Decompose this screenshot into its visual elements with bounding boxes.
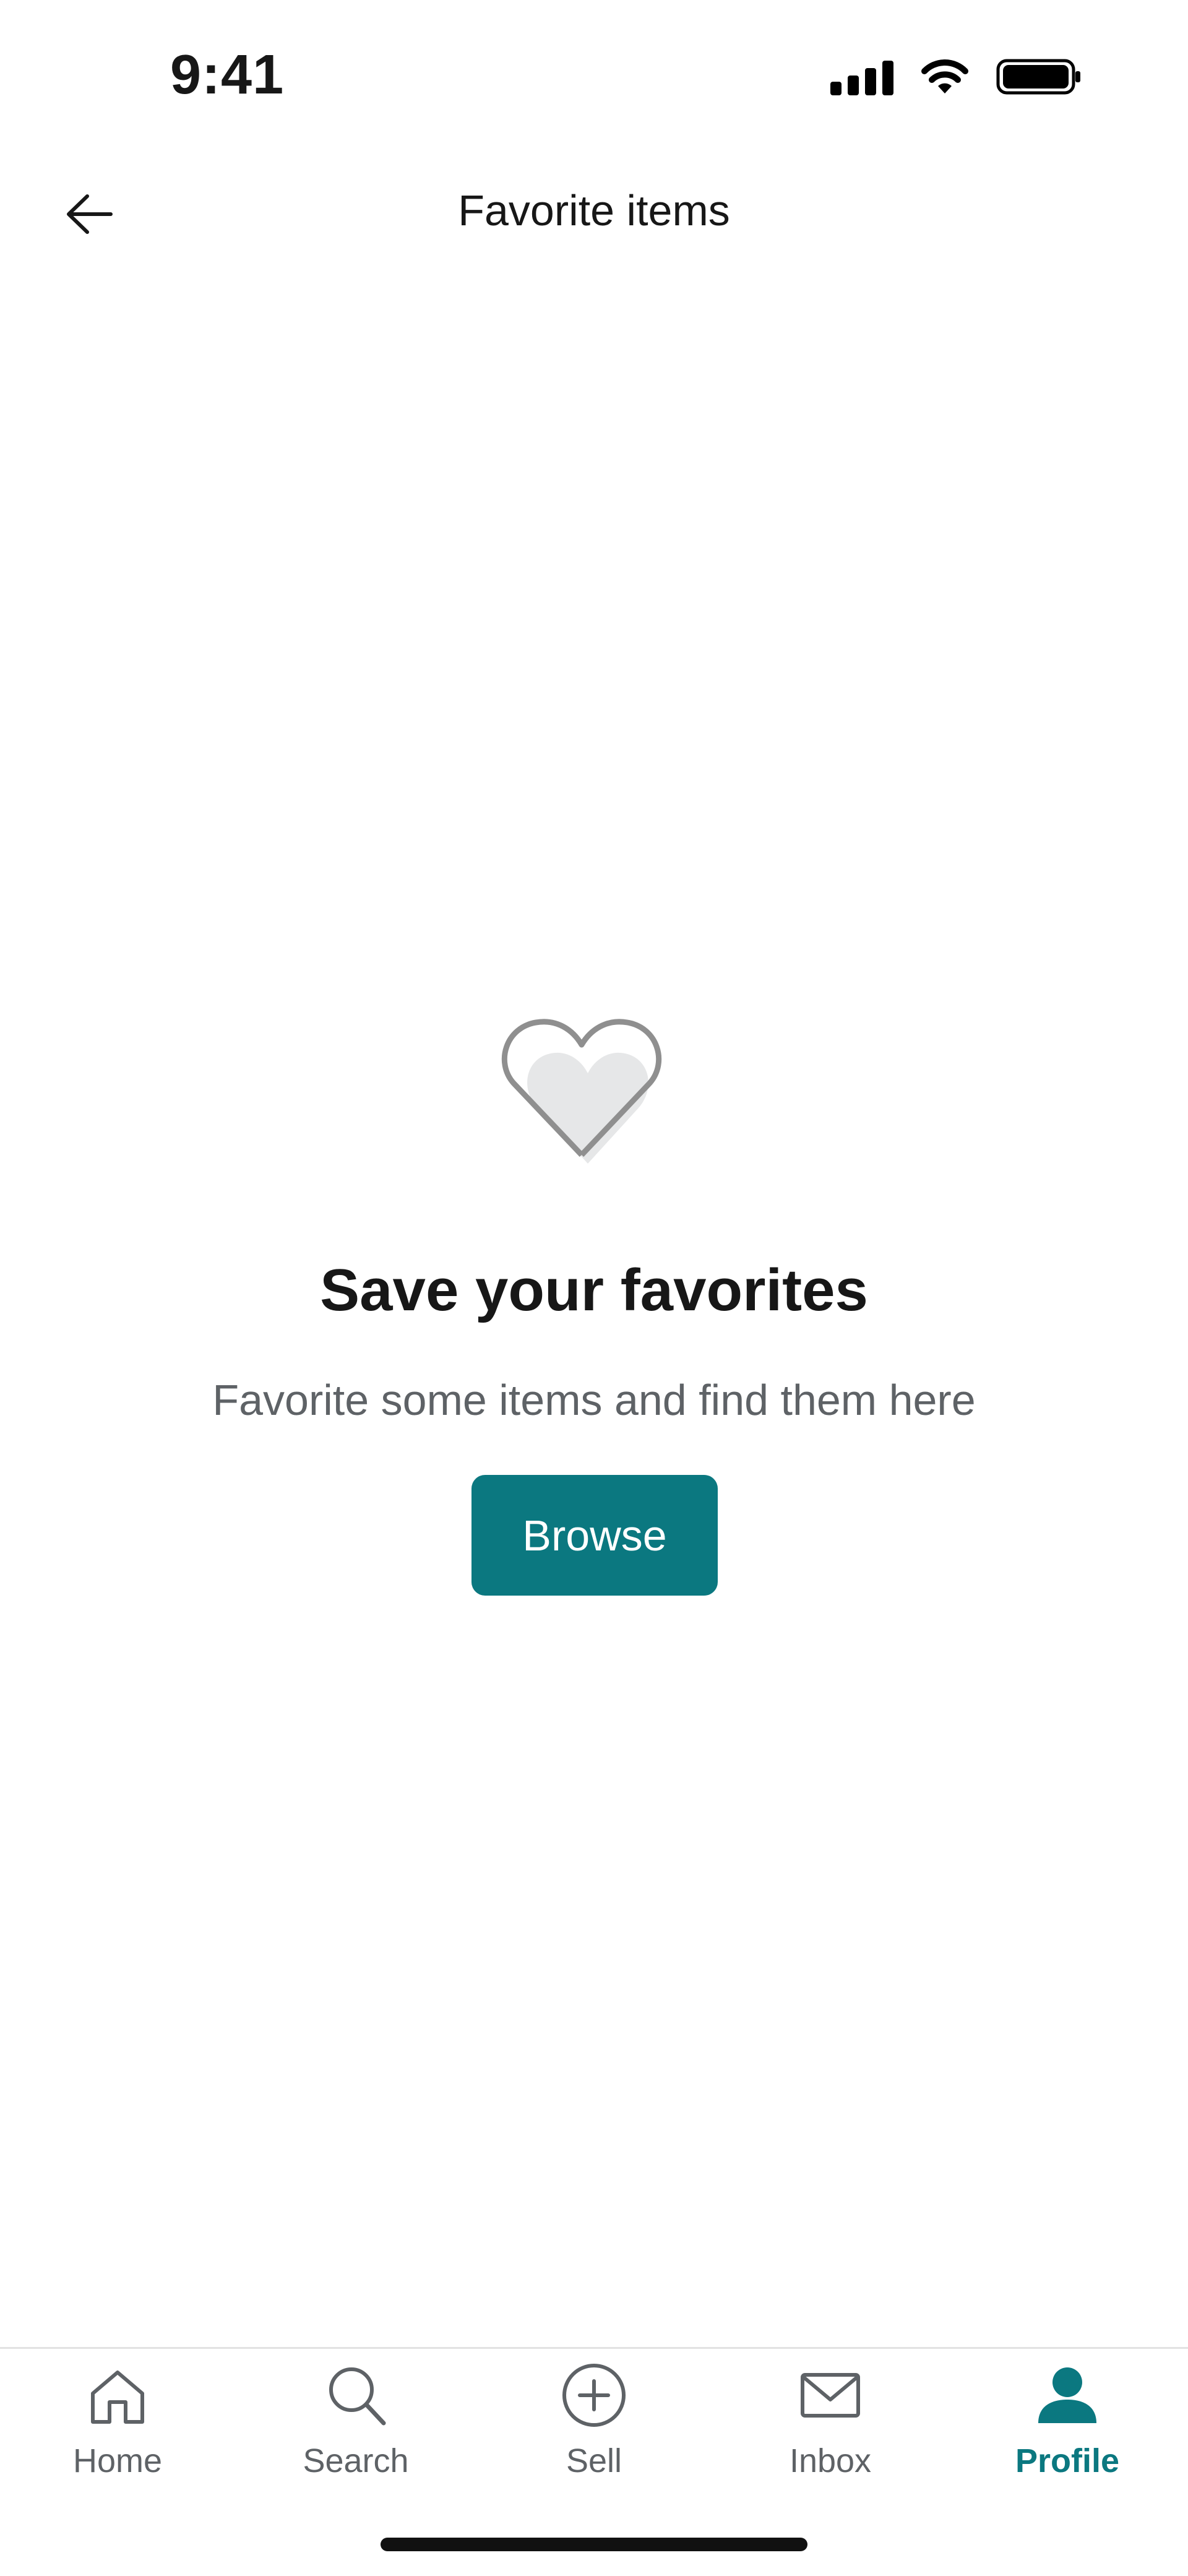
nav-item-profile[interactable]: Profile: [975, 2361, 1160, 2497]
nav-item-inbox[interactable]: Inbox: [738, 2361, 923, 2497]
status-bar: 9:41: [0, 0, 1188, 136]
wifi-icon: [921, 59, 968, 93]
nav-label-sell: Sell: [566, 2442, 622, 2479]
nav-item-sell[interactable]: Sell: [501, 2361, 687, 2497]
nav-label-profile: Profile: [1015, 2442, 1120, 2479]
mail-icon: [801, 2373, 860, 2418]
status-icons: [830, 57, 1083, 97]
bottom-navigation: Home Search Sell Inbox Profile: [0, 2347, 1188, 2504]
cellular-signal-icon: [830, 58, 893, 95]
nav-label-home: Home: [72, 2442, 163, 2479]
heart-icon: [495, 1009, 681, 1170]
nav-item-search[interactable]: Search: [263, 2361, 449, 2497]
status-time: 9:41: [170, 44, 285, 106]
home-icon: [91, 2371, 144, 2424]
nav-label-inbox: Inbox: [789, 2442, 872, 2479]
plus-circle-icon: [562, 2364, 626, 2427]
empty-state-subtitle: Favorite some items and find them here: [212, 1376, 976, 1424]
page-title: Favorite items: [458, 186, 730, 235]
battery-icon: [996, 59, 1080, 95]
browse-button[interactable]: Browse: [471, 1475, 718, 1596]
nav-item-home[interactable]: Home: [25, 2361, 210, 2497]
home-indicator: [381, 2538, 807, 2551]
search-icon: [329, 2367, 386, 2426]
person-icon: [1038, 2367, 1096, 2423]
nav-label-search: Search: [303, 2442, 409, 2479]
empty-state-title: Save your favorites: [320, 1257, 868, 1323]
